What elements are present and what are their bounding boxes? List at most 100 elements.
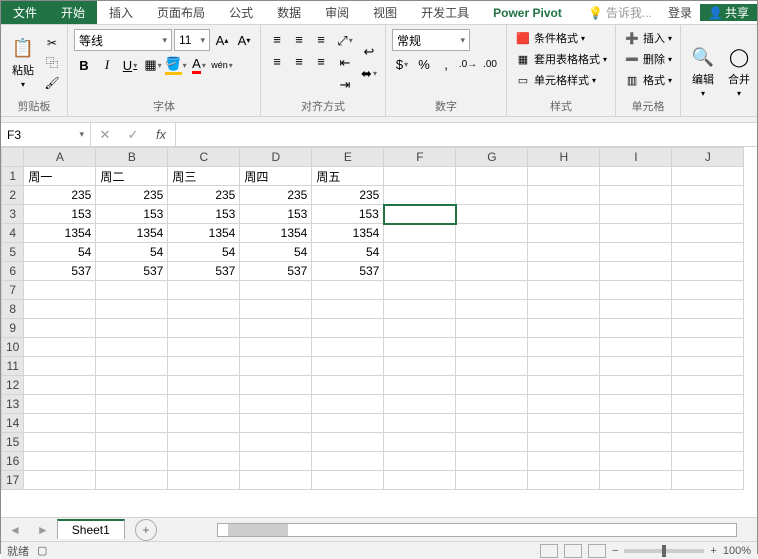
cell[interactable] xyxy=(528,452,600,471)
cell[interactable] xyxy=(600,167,672,186)
cell[interactable] xyxy=(24,471,96,490)
col-header-A[interactable]: A xyxy=(24,148,96,167)
worksheet-grid[interactable]: ABCDEFGHIJ1周一周二周三周四周五2235235235235235315… xyxy=(1,147,757,517)
cell[interactable] xyxy=(528,319,600,338)
cell[interactable]: 1354 xyxy=(240,224,312,243)
cell[interactable] xyxy=(384,300,456,319)
cell[interactable] xyxy=(96,471,168,490)
border-button[interactable]: ▦ xyxy=(143,55,163,75)
conditional-format-button[interactable]: 🟥条件格式▾ xyxy=(513,29,609,47)
cell[interactable]: 153 xyxy=(168,205,240,224)
row-header-11[interactable]: 11 xyxy=(2,357,24,376)
col-header-H[interactable]: H xyxy=(528,148,600,167)
row-header-5[interactable]: 5 xyxy=(2,243,24,262)
cell[interactable] xyxy=(168,452,240,471)
cell[interactable] xyxy=(312,300,384,319)
cell[interactable] xyxy=(96,357,168,376)
cell[interactable] xyxy=(600,262,672,281)
align-top-button[interactable]: ≡ xyxy=(267,29,287,49)
cell[interactable] xyxy=(384,224,456,243)
cell[interactable] xyxy=(384,186,456,205)
cell[interactable] xyxy=(456,414,528,433)
cell[interactable] xyxy=(672,433,744,452)
format-cells-button[interactable]: ▥格式▾ xyxy=(622,71,674,89)
cell[interactable] xyxy=(384,205,456,224)
cell[interactable] xyxy=(384,395,456,414)
cell[interactable]: 537 xyxy=(240,262,312,281)
cell[interactable] xyxy=(240,433,312,452)
cell[interactable] xyxy=(456,338,528,357)
cell[interactable] xyxy=(456,471,528,490)
cell[interactable] xyxy=(528,414,600,433)
italic-button[interactable]: I xyxy=(97,55,117,75)
cell[interactable] xyxy=(384,471,456,490)
cell[interactable] xyxy=(672,357,744,376)
row-header-17[interactable]: 17 xyxy=(2,471,24,490)
cell[interactable] xyxy=(312,395,384,414)
cell[interactable] xyxy=(384,452,456,471)
row-header-4[interactable]: 4 xyxy=(2,224,24,243)
cell[interactable] xyxy=(672,395,744,414)
cell[interactable] xyxy=(312,471,384,490)
cell[interactable]: 54 xyxy=(168,243,240,262)
font-color-button[interactable]: A xyxy=(189,55,209,75)
orientation-button[interactable]: ⤢ xyxy=(335,31,355,51)
cell[interactable] xyxy=(672,205,744,224)
cell[interactable]: 周五 xyxy=(312,167,384,186)
row-header-15[interactable]: 15 xyxy=(2,433,24,452)
cell[interactable] xyxy=(96,338,168,357)
cell[interactable]: 1354 xyxy=(96,224,168,243)
cell[interactable] xyxy=(384,167,456,186)
cell[interactable] xyxy=(600,338,672,357)
cell[interactable] xyxy=(456,281,528,300)
cell[interactable] xyxy=(528,300,600,319)
cell[interactable] xyxy=(96,319,168,338)
cell[interactable] xyxy=(672,471,744,490)
cell[interactable] xyxy=(456,433,528,452)
cell[interactable]: 周二 xyxy=(96,167,168,186)
cell[interactable]: 235 xyxy=(240,186,312,205)
row-header-14[interactable]: 14 xyxy=(2,414,24,433)
cell[interactable] xyxy=(456,167,528,186)
cell[interactable] xyxy=(456,224,528,243)
insert-cells-button[interactable]: ➕插入▾ xyxy=(622,29,674,47)
decrease-decimal-button[interactable]: .00 xyxy=(480,54,500,74)
cell[interactable] xyxy=(312,376,384,395)
cell[interactable]: 153 xyxy=(24,205,96,224)
cell[interactable] xyxy=(384,319,456,338)
cell[interactable] xyxy=(672,376,744,395)
cell[interactable] xyxy=(312,338,384,357)
cell[interactable] xyxy=(168,414,240,433)
increase-indent-button[interactable]: ⇥ xyxy=(335,75,355,95)
underline-button[interactable]: U xyxy=(120,55,140,75)
cell[interactable] xyxy=(168,395,240,414)
cell[interactable] xyxy=(96,300,168,319)
edit-button[interactable]: 🔍编辑▾ xyxy=(687,29,719,114)
cell[interactable] xyxy=(456,243,528,262)
cell[interactable] xyxy=(600,243,672,262)
cell[interactable] xyxy=(168,300,240,319)
comma-button[interactable]: , xyxy=(436,54,456,74)
cell[interactable]: 54 xyxy=(96,243,168,262)
cell[interactable] xyxy=(528,471,600,490)
cell[interactable] xyxy=(600,205,672,224)
cell[interactable] xyxy=(528,205,600,224)
cell[interactable] xyxy=(240,414,312,433)
cell[interactable] xyxy=(168,338,240,357)
cell[interactable] xyxy=(600,471,672,490)
normal-view-button[interactable] xyxy=(540,544,558,558)
zoom-in-button[interactable]: + xyxy=(710,545,716,557)
fill-color-button[interactable]: 🪣 xyxy=(166,55,186,75)
cell[interactable] xyxy=(168,319,240,338)
cell[interactable]: 54 xyxy=(24,243,96,262)
cell[interactable] xyxy=(240,300,312,319)
cell[interactable] xyxy=(312,281,384,300)
macro-record-icon[interactable]: ▢ xyxy=(37,544,47,557)
add-sheet-button[interactable]: + xyxy=(135,519,157,541)
cell[interactable] xyxy=(168,376,240,395)
cell[interactable] xyxy=(168,471,240,490)
cell[interactable] xyxy=(600,433,672,452)
col-header-D[interactable]: D xyxy=(240,148,312,167)
cell[interactable] xyxy=(240,471,312,490)
row-header-7[interactable]: 7 xyxy=(2,281,24,300)
